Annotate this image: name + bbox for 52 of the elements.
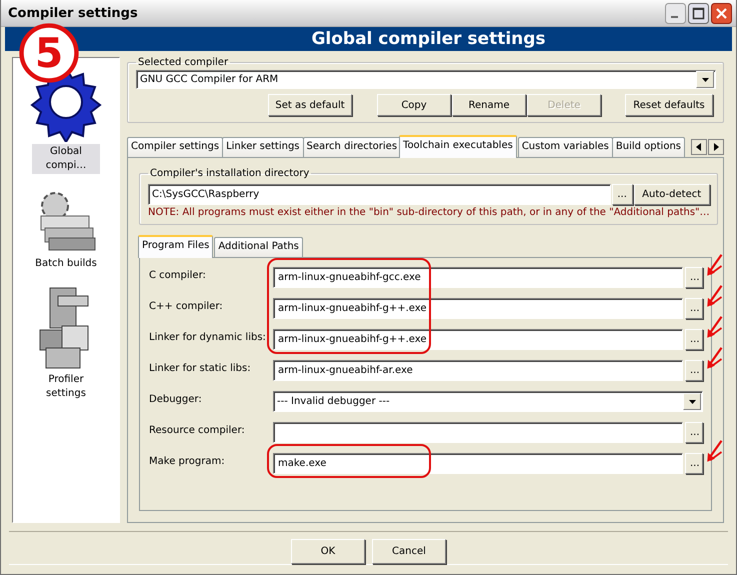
field-label: Debugger: (149, 394, 203, 405)
dropdown-arrow-icon (688, 400, 696, 404)
browse-button[interactable]: ... (685, 422, 703, 443)
window-title: Compiler settings (8, 6, 139, 20)
path-field[interactable] (273, 422, 683, 443)
action-button[interactable]: Copy (377, 94, 451, 116)
sidebar-item[interactable]: Global compi… (32, 144, 100, 174)
auto-detect-button[interactable]: Auto-detect (634, 184, 710, 205)
scroll-right-icon[interactable] (708, 139, 724, 155)
tab[interactable]: Additional Paths (214, 237, 303, 257)
note-text: NOTE: All programs must exist either in the "bin" sub-directory of this path, or in any of the "Additional paths"… (148, 207, 710, 218)
sidebar-item[interactable]: Profiler settings (32, 372, 100, 402)
path-field[interactable]: arm-linux-gnueabihf-g++.exe (273, 298, 683, 319)
debugger-dropdown[interactable]: --- Invalid debugger --- (273, 391, 703, 412)
browse-button[interactable]: ... (685, 453, 703, 474)
tab[interactable]: Compiler settings (127, 137, 224, 157)
browse-button[interactable]: ... (685, 298, 703, 319)
field-label: Make program: (149, 456, 226, 467)
group-title: Selected compiler (137, 57, 230, 68)
browse-button[interactable]: ... (685, 360, 703, 381)
compiler-dropdown[interactable]: GNU GCC Compiler for ARM (136, 70, 716, 89)
tab[interactable]: Custom variables (518, 137, 613, 157)
field-label: C++ compiler: (149, 301, 224, 312)
dropdown-arrow-icon (702, 78, 708, 82)
group-title: Compiler's installation directory (149, 168, 310, 179)
tab[interactable]: Build options (612, 137, 685, 157)
maximize-icon[interactable] (688, 2, 709, 24)
tab[interactable]: Search directories (302, 137, 402, 157)
tab[interactable]: Toolchain executables (399, 135, 517, 158)
field-label: Linker for static libs: (149, 363, 252, 374)
action-button[interactable]: Reset defaults (625, 94, 713, 116)
action-button[interactable]: Rename (452, 94, 526, 116)
field-label: C compiler: (149, 270, 207, 281)
path-field[interactable]: arm-linux-gnueabihf-gcc.exe (273, 267, 683, 288)
tab[interactable]: Linker settings (222, 137, 304, 157)
dialog-button[interactable]: OK (291, 539, 365, 564)
browse-button[interactable]: ... (612, 184, 633, 205)
path-field[interactable]: arm-linux-gnueabihf-ar.exe (273, 360, 683, 381)
tab[interactable]: Program Files (138, 235, 214, 258)
sidebar-item[interactable]: Batch builds (32, 256, 100, 272)
field-label: Resource compiler: (149, 425, 246, 436)
action-button[interactable]: Set as default (268, 94, 352, 116)
field-label: Linker for dynamic libs: (149, 332, 267, 343)
scroll-left-icon[interactable] (691, 139, 707, 155)
path-field[interactable]: make.exe (273, 453, 683, 474)
minimize-icon[interactable] (665, 2, 686, 24)
path-field[interactable]: arm-linux-gnueabihf-g++.exe (273, 329, 683, 350)
browse-button[interactable]: ... (685, 329, 703, 350)
browse-button[interactable]: ... (685, 267, 703, 288)
close-icon[interactable] (711, 2, 732, 24)
path-field[interactable]: C:\SysGCC\Raspberry (148, 184, 611, 205)
dialog-button[interactable]: Cancel (372, 539, 446, 564)
